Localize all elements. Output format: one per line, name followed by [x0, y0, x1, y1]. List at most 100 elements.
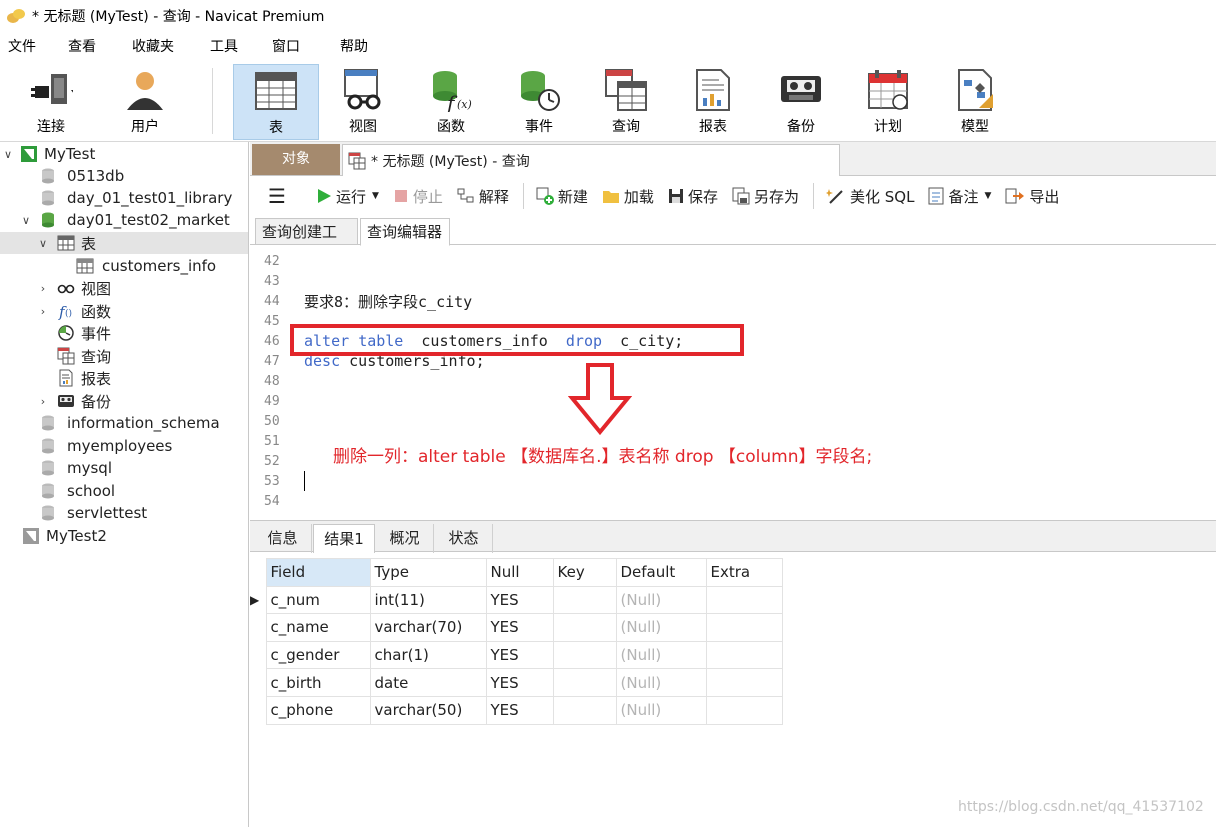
- table-row[interactable]: c_gender char(1) YES (Null): [250, 640, 783, 670]
- tree-queries-folder[interactable]: 查询: [0, 345, 248, 367]
- cell-extra[interactable]: [705, 668, 783, 697]
- cell-default[interactable]: (Null): [615, 640, 707, 670]
- cell-null[interactable]: YES: [485, 613, 554, 642]
- cell-extra[interactable]: [705, 640, 783, 670]
- cell-key[interactable]: [552, 640, 617, 670]
- notes-button[interactable]: 备注 ▼: [928, 186, 991, 207]
- save-button[interactable]: 保存: [668, 186, 718, 207]
- tab-query[interactable]: * 无标题 (MyTest) - 查询: [342, 144, 840, 176]
- chevron-down-icon[interactable]: ∨: [20, 214, 32, 227]
- toolbar-query-button[interactable]: 查询: [583, 64, 669, 140]
- column-header-field[interactable]: Field: [265, 558, 371, 587]
- cell-type[interactable]: varchar(70): [369, 613, 487, 642]
- tree-tables-folder[interactable]: ∨ 表: [0, 232, 248, 254]
- tree-connection-mytest2[interactable]: MyTest2: [0, 525, 248, 547]
- cell-key[interactable]: [552, 668, 617, 697]
- cell-default[interactable]: (Null): [615, 585, 707, 615]
- tree-functions-folder[interactable]: › f() 函数: [0, 300, 248, 322]
- save-as-button[interactable]: 另存为: [732, 186, 799, 207]
- cell-extra[interactable]: [705, 695, 783, 725]
- column-header-extra[interactable]: Extra: [705, 558, 783, 587]
- cell-key[interactable]: [552, 585, 617, 615]
- toolbar-user-button[interactable]: 用户: [102, 64, 188, 140]
- cell-field[interactable]: c_name: [265, 613, 371, 642]
- run-button[interactable]: 运行 ▼: [316, 186, 379, 207]
- load-button[interactable]: 加载: [602, 186, 654, 207]
- sql-editor[interactable]: [250, 246, 1216, 520]
- column-header-null[interactable]: Null: [485, 558, 554, 587]
- tree-backups-folder[interactable]: › 备份: [0, 390, 248, 412]
- cell-extra[interactable]: [705, 613, 783, 642]
- cell-key[interactable]: [552, 695, 617, 725]
- hamburger-menu-icon[interactable]: ☰: [268, 184, 286, 208]
- column-header-type[interactable]: Type: [369, 558, 487, 587]
- tree-db-0513db[interactable]: 0513db: [0, 165, 248, 187]
- cell-null[interactable]: YES: [485, 668, 554, 697]
- table-row[interactable]: c_phone varchar(50) YES (Null): [250, 695, 783, 725]
- menu-tools[interactable]: 工具: [202, 36, 264, 56]
- column-header-default[interactable]: Default: [615, 558, 707, 587]
- tree-connection-mytest[interactable]: ∨ MyTest: [0, 143, 248, 165]
- chevron-down-icon[interactable]: ∨: [37, 237, 49, 250]
- cell-default[interactable]: (Null): [615, 668, 707, 697]
- cell-key[interactable]: [552, 613, 617, 642]
- menu-view[interactable]: 查看: [60, 36, 124, 56]
- stop-button[interactable]: 停止: [393, 186, 443, 207]
- menu-window[interactable]: 窗口: [264, 36, 332, 56]
- column-header-key[interactable]: Key: [552, 558, 617, 587]
- toolbar-view-button[interactable]: 视图: [320, 64, 406, 140]
- tree-db-day_01_test01_library[interactable]: day_01_test01_library: [0, 187, 248, 209]
- toolbar-table-button[interactable]: 表: [233, 64, 319, 140]
- table-row[interactable]: c_birth date YES (Null): [250, 668, 783, 697]
- cell-field[interactable]: c_gender: [265, 640, 371, 670]
- menu-help[interactable]: 帮助: [332, 36, 392, 56]
- cell-extra[interactable]: [705, 585, 783, 615]
- dropdown-arrow-icon[interactable]: ▼: [372, 191, 379, 201]
- new-query-button[interactable]: 新建: [536, 186, 588, 207]
- table-row[interactable]: c_name varchar(70) YES (Null): [250, 613, 783, 642]
- result-grid[interactable]: Field Type Null Key Default Extra ▶ c_nu…: [250, 558, 790, 725]
- toolbar-event-button[interactable]: 事件: [496, 64, 582, 140]
- cell-null[interactable]: YES: [485, 695, 554, 725]
- tree-db-myemployees[interactable]: myemployees: [0, 435, 248, 457]
- tree-events-folder[interactable]: 事件: [0, 322, 248, 344]
- cell-type[interactable]: varchar(50): [369, 695, 487, 725]
- toolbar-connect-button[interactable]: 连接: [8, 64, 94, 140]
- toolbar-report-button[interactable]: 报表: [670, 64, 756, 140]
- chevron-down-icon[interactable]: ∨: [2, 148, 14, 161]
- cell-field[interactable]: c_phone: [265, 695, 371, 725]
- tab-result1[interactable]: 结果1: [313, 524, 375, 553]
- cell-field[interactable]: c_num: [265, 585, 371, 615]
- toolbar-schedule-button[interactable]: 计划: [845, 64, 931, 140]
- cell-field[interactable]: c_birth: [265, 668, 371, 697]
- chevron-right-icon[interactable]: ›: [37, 305, 49, 318]
- cell-default[interactable]: (Null): [615, 613, 707, 642]
- tree-db-information_schema[interactable]: information_schema: [0, 412, 248, 434]
- tab-objects[interactable]: 对象: [252, 144, 340, 175]
- tab-info[interactable]: 信息: [254, 524, 312, 553]
- cell-type[interactable]: char(1): [369, 640, 487, 670]
- menu-file[interactable]: 文件: [0, 36, 60, 56]
- explain-button[interactable]: 解释: [457, 186, 509, 207]
- cell-null[interactable]: YES: [485, 585, 554, 615]
- cell-null[interactable]: YES: [485, 640, 554, 670]
- tab-profile[interactable]: 概况: [376, 524, 434, 553]
- tree-views-folder[interactable]: › 视图: [0, 277, 248, 299]
- dropdown-arrow-icon[interactable]: ▼: [984, 191, 991, 201]
- toolbar-backup-button[interactable]: 备份: [758, 64, 844, 140]
- export-button[interactable]: 导出: [1005, 186, 1059, 207]
- chevron-right-icon[interactable]: ›: [37, 282, 49, 295]
- tree-table-customers_info[interactable]: customers_info: [0, 255, 248, 277]
- cell-type[interactable]: int(11): [369, 585, 487, 615]
- tree-db-mysql[interactable]: mysql: [0, 457, 248, 479]
- toolbar-function-button[interactable]: f (x) 函数: [408, 64, 494, 140]
- tab-status[interactable]: 状态: [435, 524, 493, 553]
- tree-db-school[interactable]: school: [0, 480, 248, 502]
- tab-query-builder[interactable]: 查询创建工具: [255, 218, 358, 268]
- toolbar-model-button[interactable]: 模型: [932, 64, 1018, 140]
- tree-db-day01_test02_market[interactable]: ∨ day01_test02_market: [0, 209, 248, 231]
- chevron-right-icon[interactable]: ›: [37, 395, 49, 408]
- menu-favorites[interactable]: 收藏夹: [124, 36, 202, 56]
- table-row[interactable]: ▶ c_num int(11) YES (Null): [250, 585, 783, 615]
- cell-type[interactable]: date: [369, 668, 487, 697]
